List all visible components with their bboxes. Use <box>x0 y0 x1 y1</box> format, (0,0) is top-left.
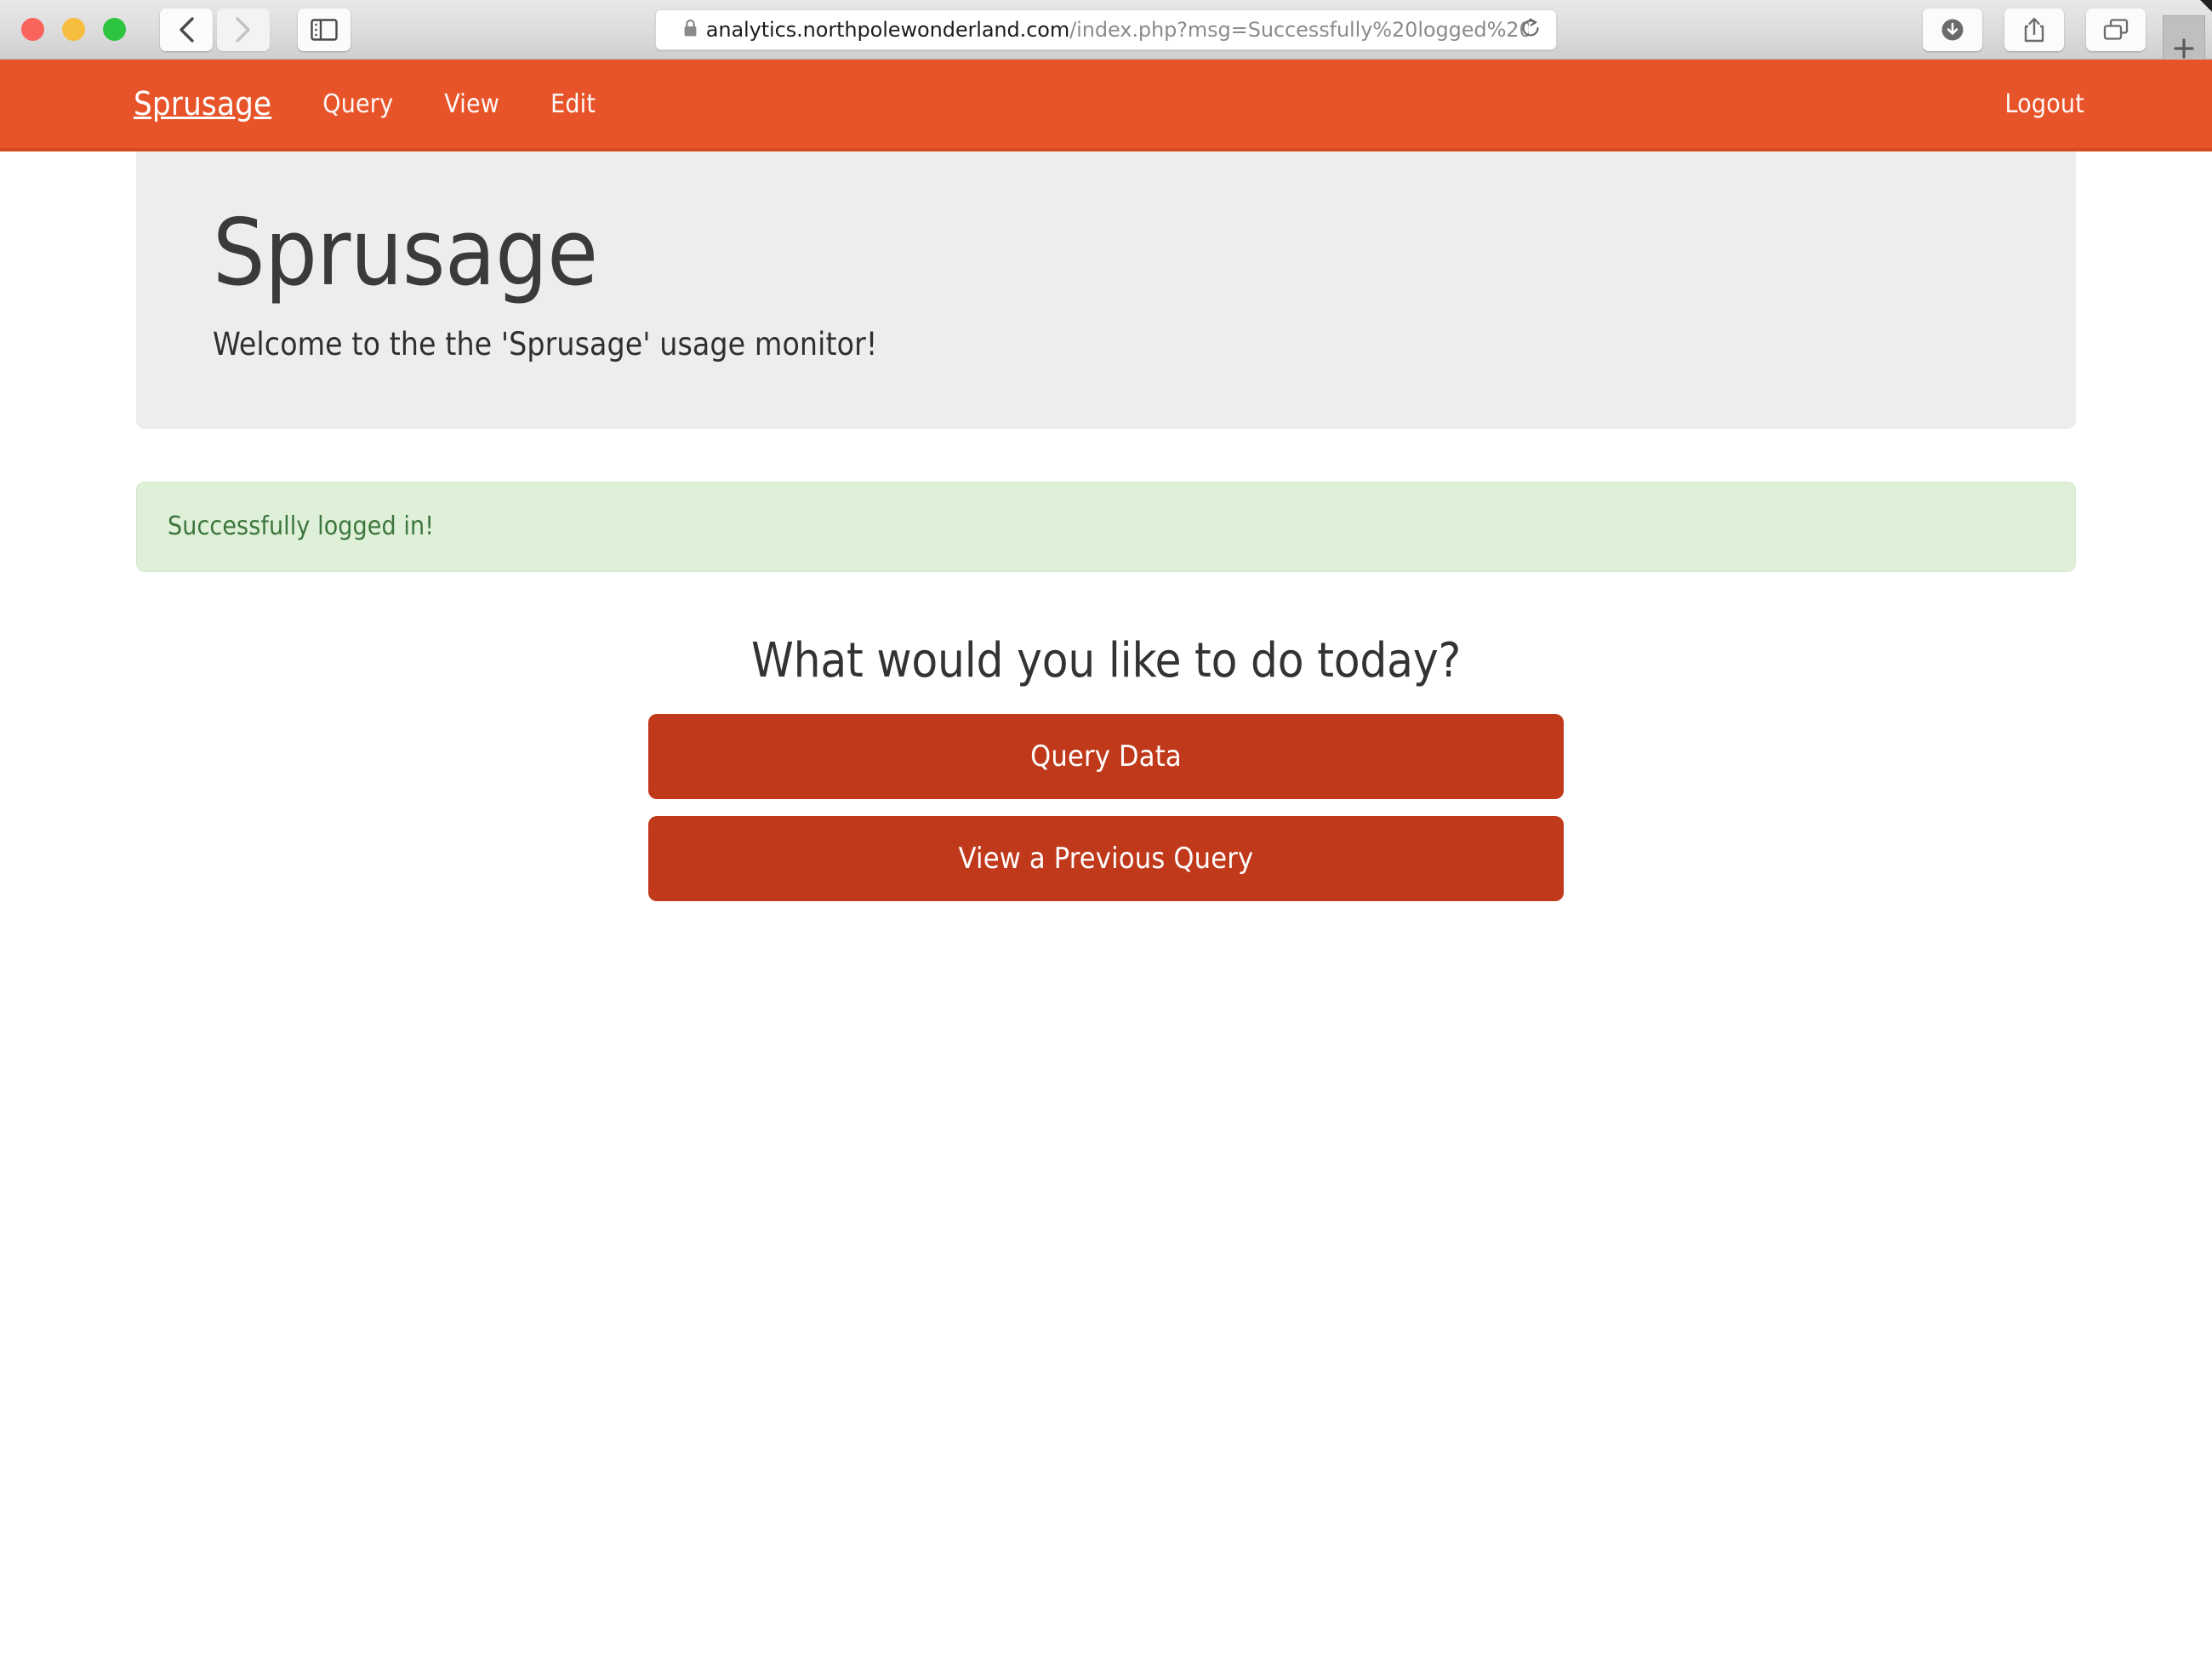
window-corner-fold <box>2200 0 2212 12</box>
url-path: /index.php?msg=Successfully%20logged%20 <box>1069 18 1530 42</box>
minimize-window-button[interactable] <box>62 18 85 41</box>
address-bar[interactable]: analytics.northpolewonderland.com/index.… <box>655 9 1557 50</box>
downloads-icon <box>1940 17 1965 43</box>
lock-icon <box>683 19 698 41</box>
forward-button[interactable] <box>217 8 270 51</box>
sidebar-toggle-button[interactable] <box>298 8 351 51</box>
page-body: Sprusage Welcome to the the 'Sprusage' u… <box>0 151 2212 901</box>
jumbotron: Sprusage Welcome to the the 'Sprusage' u… <box>136 151 2076 429</box>
query-data-button[interactable]: Query Data <box>648 713 1564 799</box>
downloads-button[interactable] <box>1923 9 1982 51</box>
app-navbar: Sprusage Query View Edit Logout <box>0 60 2212 151</box>
view-previous-query-button[interactable]: View a Previous Query <box>648 815 1564 901</box>
sidebar-button-wrap <box>298 8 351 51</box>
url-domain: analytics.northpolewonderland.com <box>705 18 1070 42</box>
window-traffic-lights <box>21 18 126 41</box>
success-alert: Successfully logged in! <box>136 481 2076 572</box>
show-tabs-button[interactable] <box>2086 9 2146 51</box>
nav-item-edit[interactable]: Edit <box>550 89 596 119</box>
browser-toolbar: analytics.northpolewonderland.com/index.… <box>0 0 2212 85</box>
page-subtitle: Welcome to the the 'Sprusage' usage moni… <box>213 325 878 363</box>
show-all-tabs-icon <box>2103 18 2129 42</box>
close-window-button[interactable] <box>21 18 44 41</box>
share-icon <box>2023 16 2045 43</box>
success-alert-text: Successfully logged in! <box>168 511 435 542</box>
chevron-right-icon <box>235 16 252 43</box>
navbar-right: Logout <box>2004 89 2084 119</box>
toolbar-right-buttons <box>1923 9 2146 51</box>
navbar-brand[interactable]: Sprusage <box>134 85 271 123</box>
content-container: Sprusage Welcome to the the 'Sprusage' u… <box>136 151 2076 901</box>
logout-link[interactable]: Logout <box>2004 89 2084 119</box>
reload-icon <box>1519 18 1542 43</box>
navbar-links: Query View Edit <box>322 89 596 119</box>
nav-item-query[interactable]: Query <box>322 89 393 119</box>
nav-item-view[interactable]: View <box>444 89 499 119</box>
sidebar-toggle-icon <box>311 18 338 41</box>
back-button[interactable] <box>160 8 213 51</box>
chevron-left-icon <box>178 16 195 43</box>
action-area: What would you like to do today? Query D… <box>648 633 1564 901</box>
share-button[interactable] <box>2004 9 2064 51</box>
reload-button[interactable] <box>1519 17 1542 43</box>
action-heading: What would you like to do today? <box>751 632 1461 688</box>
address-bar-text: analytics.northpolewonderland.com/index.… <box>706 18 1530 42</box>
navigation-buttons <box>160 8 270 51</box>
page-title: Sprusage <box>213 200 598 306</box>
maximize-window-button[interactable] <box>103 18 126 41</box>
